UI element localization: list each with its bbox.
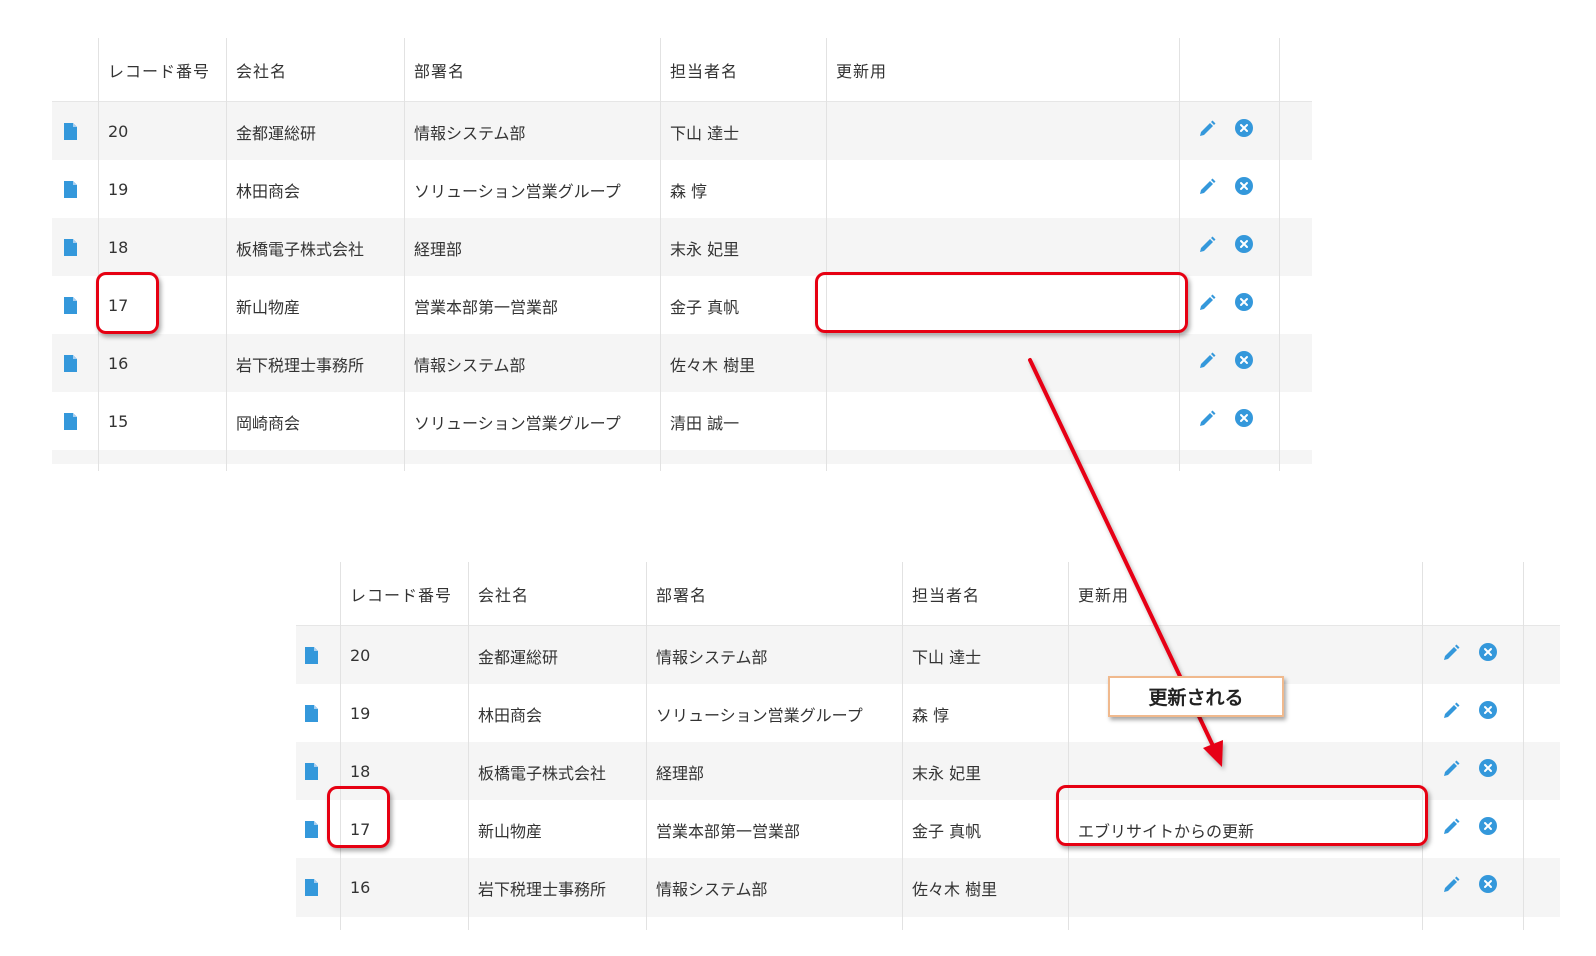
update-arrow [1028,358,1223,767]
updated-callout: 更新される [1108,676,1284,717]
